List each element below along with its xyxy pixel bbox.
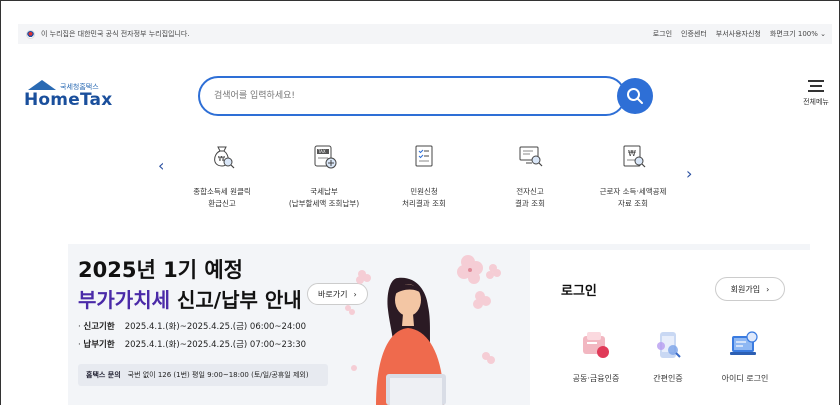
period-value: 2025.4.1.(화)~2025.4.25.(금) 07:00~23:30 bbox=[124, 340, 307, 350]
quick-service-item[interactable]: ₩ 근로자 소득·세액공제 자료 조회 bbox=[583, 142, 683, 210]
chevron-right-icon: › bbox=[766, 284, 770, 294]
top-utility-links: 로그인 인증센터 부서사용자신청 화면크기 100% ⌄ bbox=[653, 29, 826, 39]
period-label: 납부기한 bbox=[83, 340, 115, 350]
quick-service-item[interactable]: TAX 국세납부 (납부할세액 조회납부) bbox=[274, 142, 374, 210]
period-value: 2025.4.1.(화)~2025.4.25.(금) 06:00~24:00 bbox=[124, 322, 307, 332]
quick-service-label-1: 전자신고 bbox=[516, 187, 544, 196]
quick-service-label-2: (납부할세액 조회납부) bbox=[288, 199, 360, 208]
svg-text:TAX: TAX bbox=[317, 149, 326, 154]
house-roof-icon bbox=[28, 80, 56, 90]
search-box bbox=[198, 76, 626, 116]
quick-service-label-1: 국세납부 bbox=[310, 187, 338, 196]
won-document-search-icon: ₩ bbox=[619, 142, 647, 170]
login-title: 로그인 bbox=[561, 284, 597, 299]
money-bag-search-icon: ₩ bbox=[208, 142, 236, 170]
contact-info: 홈택스 문의 국번 없이 126 (1번) 평일 9:00~18:00 (토/일… bbox=[78, 364, 328, 386]
top-link-login[interactable]: 로그인 bbox=[653, 29, 672, 39]
search-button[interactable] bbox=[617, 78, 653, 114]
quick-service-label-2: 환급신고 bbox=[208, 199, 236, 208]
id-login-icon bbox=[728, 328, 762, 362]
gov-notice-text: 이 누리집은 대한민국 공식 전자정부 누리집입니다. bbox=[41, 30, 190, 38]
svg-text:₩: ₩ bbox=[628, 149, 636, 158]
carousel-next-arrow[interactable]: › bbox=[686, 164, 692, 183]
monitor-search-icon bbox=[516, 142, 544, 170]
joint-certificate-icon bbox=[579, 328, 613, 362]
carousel-prev-arrow[interactable]: ‹ bbox=[158, 156, 164, 175]
contact-value: 국번 없이 126 (1번) 평일 9:00~18:00 (토/일/공휴일 제외… bbox=[127, 371, 309, 379]
search-icon bbox=[627, 88, 643, 104]
quick-service-item[interactable]: 민원신청 처리결과 조회 bbox=[374, 142, 474, 210]
simple-auth-icon bbox=[651, 328, 685, 362]
chevron-down-icon: ⌄ bbox=[820, 30, 826, 38]
banner-headline-2: 부가가치세 신고/납부 안내 bbox=[78, 284, 302, 313]
quick-service-label-1: 민원신청 bbox=[410, 187, 438, 196]
quick-service-label-2: 결과 조회 bbox=[515, 199, 545, 208]
search-input[interactable] bbox=[214, 87, 594, 105]
gov-notice-bar: 이 누리집은 대한민국 공식 전자정부 누리집입니다. 로그인 인증센터 부서사… bbox=[18, 24, 832, 44]
quick-service-item[interactable]: ₩ 종합소득세 원클릭 환급신고 bbox=[172, 142, 272, 210]
hometax-logo[interactable]: 국세청홈택스 HomeTax bbox=[24, 80, 124, 114]
tax-payment-icon: TAX bbox=[310, 142, 338, 170]
top-link-dept-user[interactable]: 부서사용자신청 bbox=[716, 29, 761, 39]
banner-headline-rest: 신고/납부 안내 bbox=[170, 288, 302, 312]
quick-service-item[interactable]: 전자신고 결과 조회 bbox=[480, 142, 580, 210]
login-method-label: 공동·금융인증 bbox=[572, 374, 620, 383]
banner-highlight: 부가가치세 bbox=[78, 288, 170, 312]
korea-flag-icon bbox=[26, 29, 35, 39]
hamburger-icon bbox=[808, 80, 824, 92]
login-method-label: 간편인증 bbox=[653, 374, 683, 383]
quick-service-label-1: 근로자 소득·세액공제 bbox=[599, 187, 667, 196]
login-method-id-login[interactable]: 아이디 로그인 bbox=[705, 328, 785, 384]
join-button[interactable]: 회원가입 › bbox=[715, 277, 785, 301]
banner-headline-1: 2025년 1기 예정 bbox=[78, 258, 243, 282]
login-method-joint-cert[interactable]: 공동·금융인증 bbox=[556, 328, 636, 384]
top-link-cert-center[interactable]: 인증센터 bbox=[681, 29, 707, 39]
logo-brand: HomeTax bbox=[24, 90, 113, 110]
banner-illustration bbox=[340, 248, 510, 405]
join-label: 회원가입 bbox=[730, 284, 761, 294]
filing-period: · 신고기한 2025.4.1.(화)~2025.4.25.(금) 06:00~2… bbox=[78, 322, 307, 332]
all-menu-label: 전체메뉴 bbox=[803, 98, 829, 106]
quick-service-label-1: 종합소득세 원클릭 bbox=[193, 187, 251, 196]
top-link-screen-size[interactable]: 화면크기 100% ⌄ bbox=[770, 29, 826, 39]
quick-service-label-2: 자료 조회 bbox=[618, 199, 648, 208]
document-check-icon bbox=[410, 142, 438, 170]
all-menu-button[interactable]: 전체메뉴 bbox=[800, 80, 832, 107]
login-method-label: 아이디 로그인 bbox=[721, 374, 769, 383]
contact-label: 홈택스 문의 bbox=[86, 371, 121, 379]
quick-service-label-2: 처리결과 조회 bbox=[402, 199, 446, 208]
login-method-simple-auth[interactable]: 간편인증 bbox=[628, 328, 708, 384]
woman-with-laptop-illustration bbox=[345, 255, 501, 405]
payment-period: · 납부기한 2025.4.1.(화)~2025.4.25.(금) 07:00~2… bbox=[78, 340, 307, 350]
period-label: 신고기한 bbox=[83, 322, 115, 332]
